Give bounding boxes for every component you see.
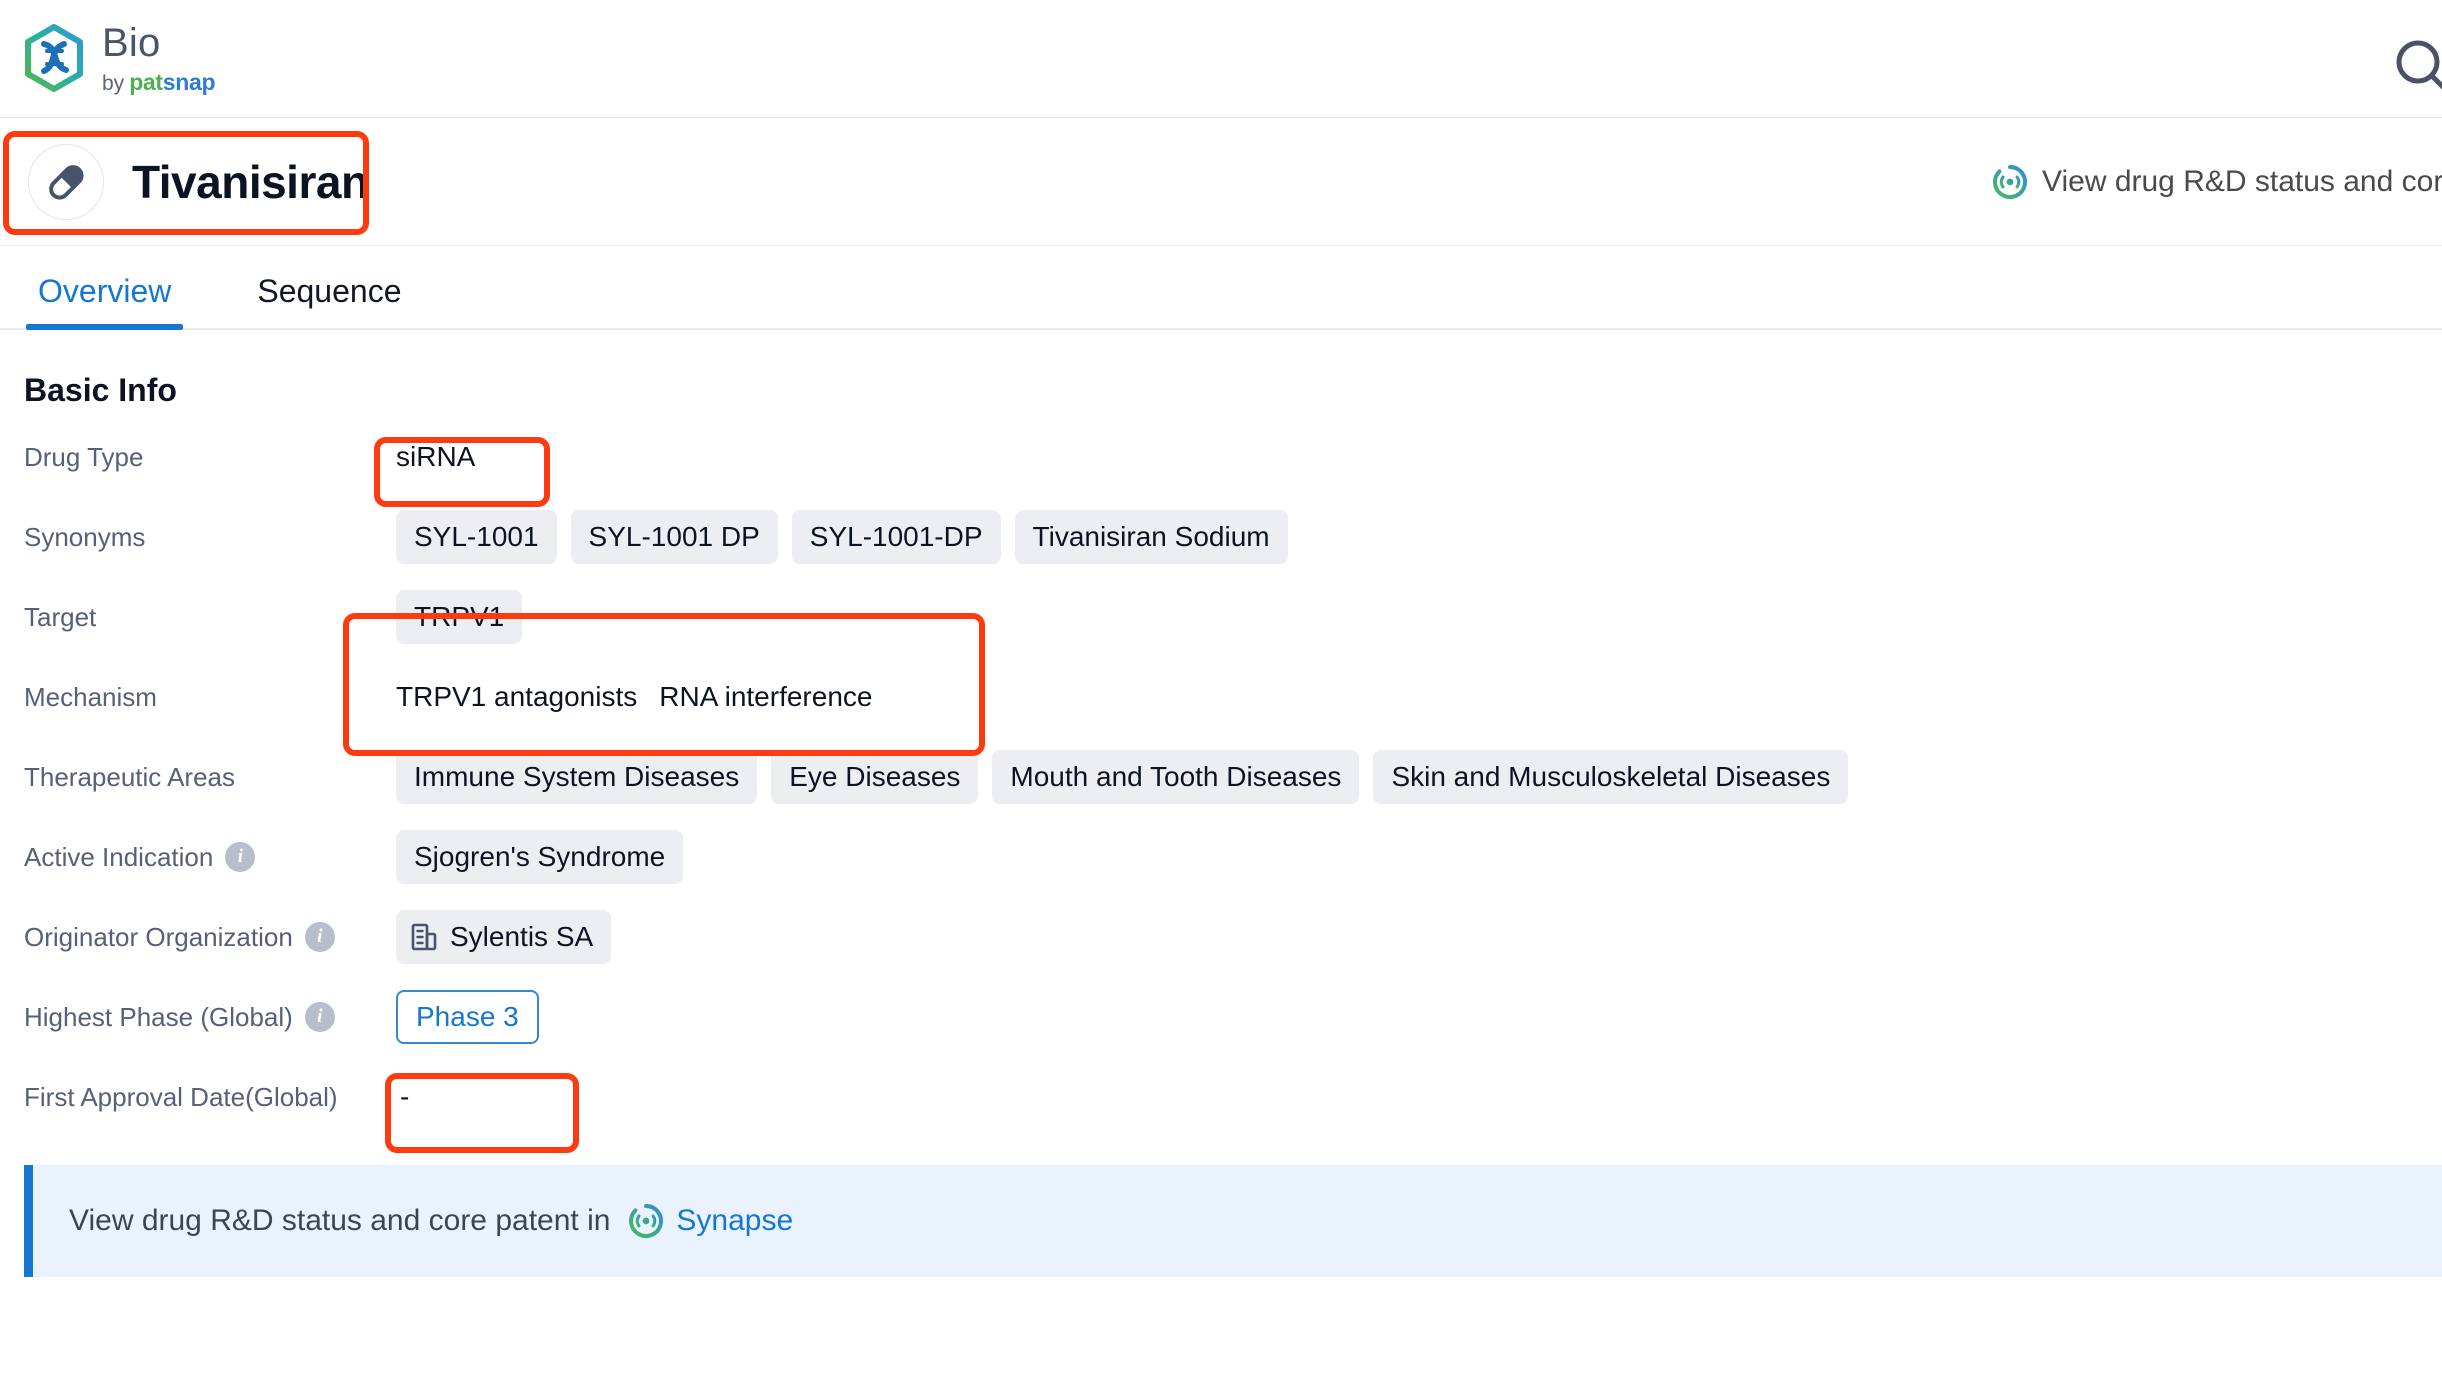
organization-chip-label: Sylentis SA [450, 921, 594, 952]
section-title-basic-info: Basic Info [24, 372, 177, 408]
field-row-drug-type: Drug Type siRNA [24, 417, 2442, 497]
mechanism-item: TRPV1 antagonists [396, 681, 638, 712]
field-label-target: Target [24, 601, 97, 632]
info-icon[interactable]: i [225, 842, 256, 872]
page-root: Bio by pat snap Tivanisiran View drug R&… [0, 0, 2442, 1374]
synapse-link[interactable]: Synapse [676, 1204, 793, 1238]
field-row-target: Target TRPV1 [24, 577, 2442, 657]
info-icon[interactable]: i [304, 922, 335, 952]
field-value-therapeutic-areas: Immune System Diseases Eye Diseases Mout… [396, 750, 1862, 804]
header-link-text: View drug R&D status and core [2042, 164, 2442, 198]
field-row-synonyms: Synonyms SYL-1001 SYL-1001 DP SYL-1001-D… [24, 497, 2442, 577]
first-approval-value: - [400, 1081, 410, 1112]
synapse-icon [628, 1203, 664, 1239]
synonym-chip[interactable]: Tivanisiran Sodium [1014, 510, 1288, 564]
field-value-target: TRPV1 [396, 590, 536, 644]
brand-by-label: by [102, 72, 125, 95]
therapeutic-area-chip[interactable]: Skin and Musculoskeletal Diseases [1373, 750, 1849, 804]
field-row-originator-organization: Originator Organization i Sylentis SA [24, 897, 2442, 977]
synapse-icon [1992, 164, 2028, 200]
field-value-highest-phase: Phase 3 [396, 990, 539, 1044]
originator-label-text: Originator Organization [24, 921, 293, 952]
field-value-synonyms: SYL-1001 SYL-1001 DP SYL-1001-DP Tivanis… [396, 510, 1302, 564]
field-row-highest-phase: Highest Phase (Global) i Phase 3 [24, 977, 2442, 1057]
therapeutic-area-chip[interactable]: Immune System Diseases [396, 750, 758, 804]
brand-logo[interactable]: Bio by pat snap [22, 21, 216, 95]
tab-overview[interactable]: Overview [26, 273, 184, 330]
field-row-active-indication: Active Indication i Sjogren's Syndrome [24, 817, 2442, 897]
field-row-mechanism: Mechanism TRPV1 antagonists RNA interfer… [24, 657, 2442, 737]
brand-subtitle: by pat snap [102, 69, 216, 95]
active-indication-label-text: Active Indication [24, 841, 214, 872]
field-value-first-approval-date: - [396, 1081, 409, 1113]
capsule-pill-icon [28, 143, 104, 220]
field-label-mechanism: Mechanism [24, 681, 157, 712]
indication-chip[interactable]: Sjogren's Syndrome [396, 830, 684, 884]
therapeutic-area-chip[interactable]: Mouth and Tooth Diseases [992, 750, 1360, 804]
brand-snap-label: snap [162, 69, 216, 95]
field-row-first-approval-date: First Approval Date(Global) - [24, 1057, 2442, 1137]
brand-title: Bio [102, 21, 161, 65]
mechanism-item: RNA interference [659, 681, 873, 712]
dna-hexagon-icon [22, 23, 86, 94]
app-top-bar: Bio by pat snap [0, 0, 2442, 118]
tab-sequence[interactable]: Sequence [245, 273, 413, 328]
synapse-promo-banner: View drug R&D status and core patent in … [24, 1165, 2442, 1277]
highest-phase-label-text: Highest Phase (Global) [24, 1001, 293, 1032]
banner-text: View drug R&D status and core patent in [69, 1204, 611, 1237]
field-label-drug-type: Drug Type [24, 441, 144, 472]
therapeutic-area-chip[interactable]: Eye Diseases [771, 750, 979, 804]
field-value-active-indication: Sjogren's Syndrome [396, 830, 697, 884]
info-icon[interactable]: i [304, 1002, 335, 1032]
search-icon[interactable] [2392, 36, 2442, 92]
drug-identity: Tivanisiran [28, 143, 369, 220]
field-label-first-approval-date: First Approval Date(Global) [24, 1081, 338, 1112]
synonym-chip[interactable]: SYL-1001 DP [570, 510, 778, 564]
field-value-originator-organization: Sylentis SA [396, 910, 625, 964]
page-title: Tivanisiran [132, 155, 369, 208]
brand-pat-label: pat [129, 69, 163, 95]
drug-type-value: siRNA [396, 441, 476, 472]
header-synapse-link[interactable]: View drug R&D status and core [1992, 164, 2442, 200]
field-label-originator-organization: Originator Organization i [24, 922, 396, 953]
field-value-mechanism: TRPV1 antagonists RNA interference [396, 681, 894, 713]
overview-panel: Basic Info Drug Type siRNA Synonyms SYL-… [0, 372, 2442, 1137]
field-label-synonyms: Synonyms [24, 521, 146, 552]
status-badge-phase[interactable]: Phase 3 [396, 990, 539, 1044]
target-chip[interactable]: TRPV1 [396, 590, 523, 644]
drug-header: Tivanisiran View drug R&D status and cor… [0, 118, 2442, 246]
tab-bar: Overview Sequence [0, 246, 2442, 330]
synonym-chip[interactable]: SYL-1001-DP [791, 510, 1001, 564]
field-label-therapeutic-areas: Therapeutic Areas [24, 761, 236, 792]
field-value-drug-type: siRNA [396, 441, 475, 473]
building-icon [410, 922, 438, 952]
field-label-active-indication: Active Indication i [24, 842, 396, 873]
brand-wordmark: Bio by pat snap [102, 21, 216, 95]
field-label-highest-phase: Highest Phase (Global) i [24, 1002, 396, 1033]
synonym-chip[interactable]: SYL-1001 [396, 510, 557, 564]
organization-chip[interactable]: Sylentis SA [396, 910, 612, 964]
field-row-therapeutic-areas: Therapeutic Areas Immune System Diseases… [24, 737, 2442, 817]
